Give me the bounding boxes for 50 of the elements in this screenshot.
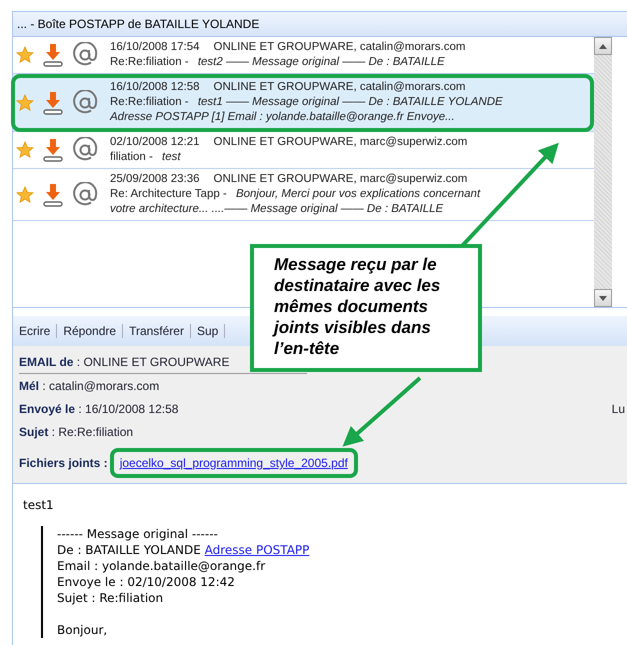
scroll-up-button[interactable] — [594, 37, 612, 55]
toolbar-button[interactable]: Sup — [190, 324, 226, 338]
quote-line: Envoye le : 02/10/2008 12:42 — [57, 575, 235, 589]
toolbar-button[interactable]: Transférer — [123, 324, 191, 338]
scroll-down-button[interactable] — [594, 289, 612, 307]
star-icon — [16, 141, 34, 159]
star-icon — [16, 94, 34, 112]
message-preview: Re:Re:filiation - test1 —— Message original —— De : BATAILLE YOLANDE Adresse POSTAPP [1] Email : yolande.bataille@orange.fr Envoye... — [110, 95, 504, 125]
at-sign-icon — [72, 90, 98, 116]
header-field: Envoyé le : 16/10/2008 12:58 — [19, 402, 178, 416]
header-field: EMAIL de : ONLINE ET GROUPWARE — [19, 354, 230, 368]
quote-line: Sujet : Re:filiation — [57, 591, 164, 605]
attachment-link[interactable]: joecelko_sql_programming_style_2005.pdf — [120, 456, 348, 470]
message-meta: 16/10/2008 12:58 ONLINE ET GROUPWARE, catalin@morars.com — [110, 80, 466, 95]
header-field: Sujet : Re:Re:filiation — [19, 424, 134, 438]
header-field: Mél : catalin@morars.com — [19, 378, 160, 392]
star-icon — [16, 186, 34, 204]
toolbar-button[interactable]: Ecrire — [13, 324, 58, 338]
toolbar-button[interactable]: Répondre — [57, 324, 124, 338]
quote-line: Bonjour, — [57, 623, 108, 637]
down-arrow-icon — [599, 296, 607, 300]
message-meta: 02/10/2008 12:21 ONLINE ET GROUPWARE, marc@superwiz.com — [110, 135, 468, 150]
at-sign-icon — [72, 182, 98, 208]
message-preview: Re:Re:filiation - test2 —— Message original —— De : BATAILLE — [110, 55, 446, 70]
annotation-callout: Message reçu par le destinataire avec les mêmes documents joints visibles dans l’en-tête — [250, 244, 482, 372]
download-icon — [42, 43, 64, 67]
header-side-label: Lu — [612, 402, 625, 416]
quote-line: De : BATAILLE YOLANDE — [57, 543, 202, 557]
star-icon — [16, 46, 34, 64]
message-preview: Re: Architecture Tapp - Bonjour, Merci pour vos explications concernant votre architecture... ....—— Message original —— De : BATAILLE — [110, 187, 482, 217]
at-sign-icon — [72, 137, 98, 163]
address-link[interactable]: Adresse POSTAPP — [204, 543, 310, 557]
message-meta: 25/09/2008 23:36 ONLINE ET GROUPWARE, marc@superwiz.com — [110, 172, 468, 187]
attachments-label: Fichiers joints : — [19, 456, 108, 470]
message-row[interactable]: 25/09/2008 23:36 ONLINE ET GROUPWARE, marc@superwiz.com Re: Architecture Tapp - Bonjour, Merci pour vos explications concernant votre architecture... ....—— Message original —— De : BATAILLE — [13, 169, 594, 221]
up-arrow-icon — [599, 44, 607, 48]
message-row[interactable]: 16/10/2008 17:54 ONLINE ET GROUPWARE, catalin@morars.com Re:Re:filiation - test2 —— Message original —— De : BATAILLE — [13, 37, 594, 74]
download-icon — [42, 90, 64, 114]
mailbox-title: ... - Boîte POSTAPP de BATAILLE YOLANDE — [13, 12, 627, 37]
scrollbar[interactable] — [594, 37, 612, 307]
message-row[interactable]: 16/10/2008 12:58 ONLINE ET GROUPWARE, catalin@morars.com Re:Re:filiation - test1 —— Message original —— De : BATAILLE YOLANDE Adresse POSTAPP [1] Email : yolande.bataille@orange.fr Envoye... — [13, 74, 594, 132]
message-meta: 16/10/2008 17:54 ONLINE ET GROUPWARE, catalin@morars.com — [110, 40, 466, 55]
body-text: test1 — [23, 498, 55, 512]
at-sign-icon — [72, 42, 98, 68]
message-preview: filiation - test — [110, 150, 182, 165]
message-row[interactable]: 02/10/2008 12:21 ONLINE ET GROUPWARE, marc@superwiz.com filiation - test — [13, 132, 594, 169]
download-icon — [42, 182, 64, 206]
quote-line: Email : yolande.bataille@orange.fr — [57, 559, 266, 573]
quote-line: ------ Message original ------ — [57, 527, 218, 541]
download-icon — [42, 138, 64, 162]
